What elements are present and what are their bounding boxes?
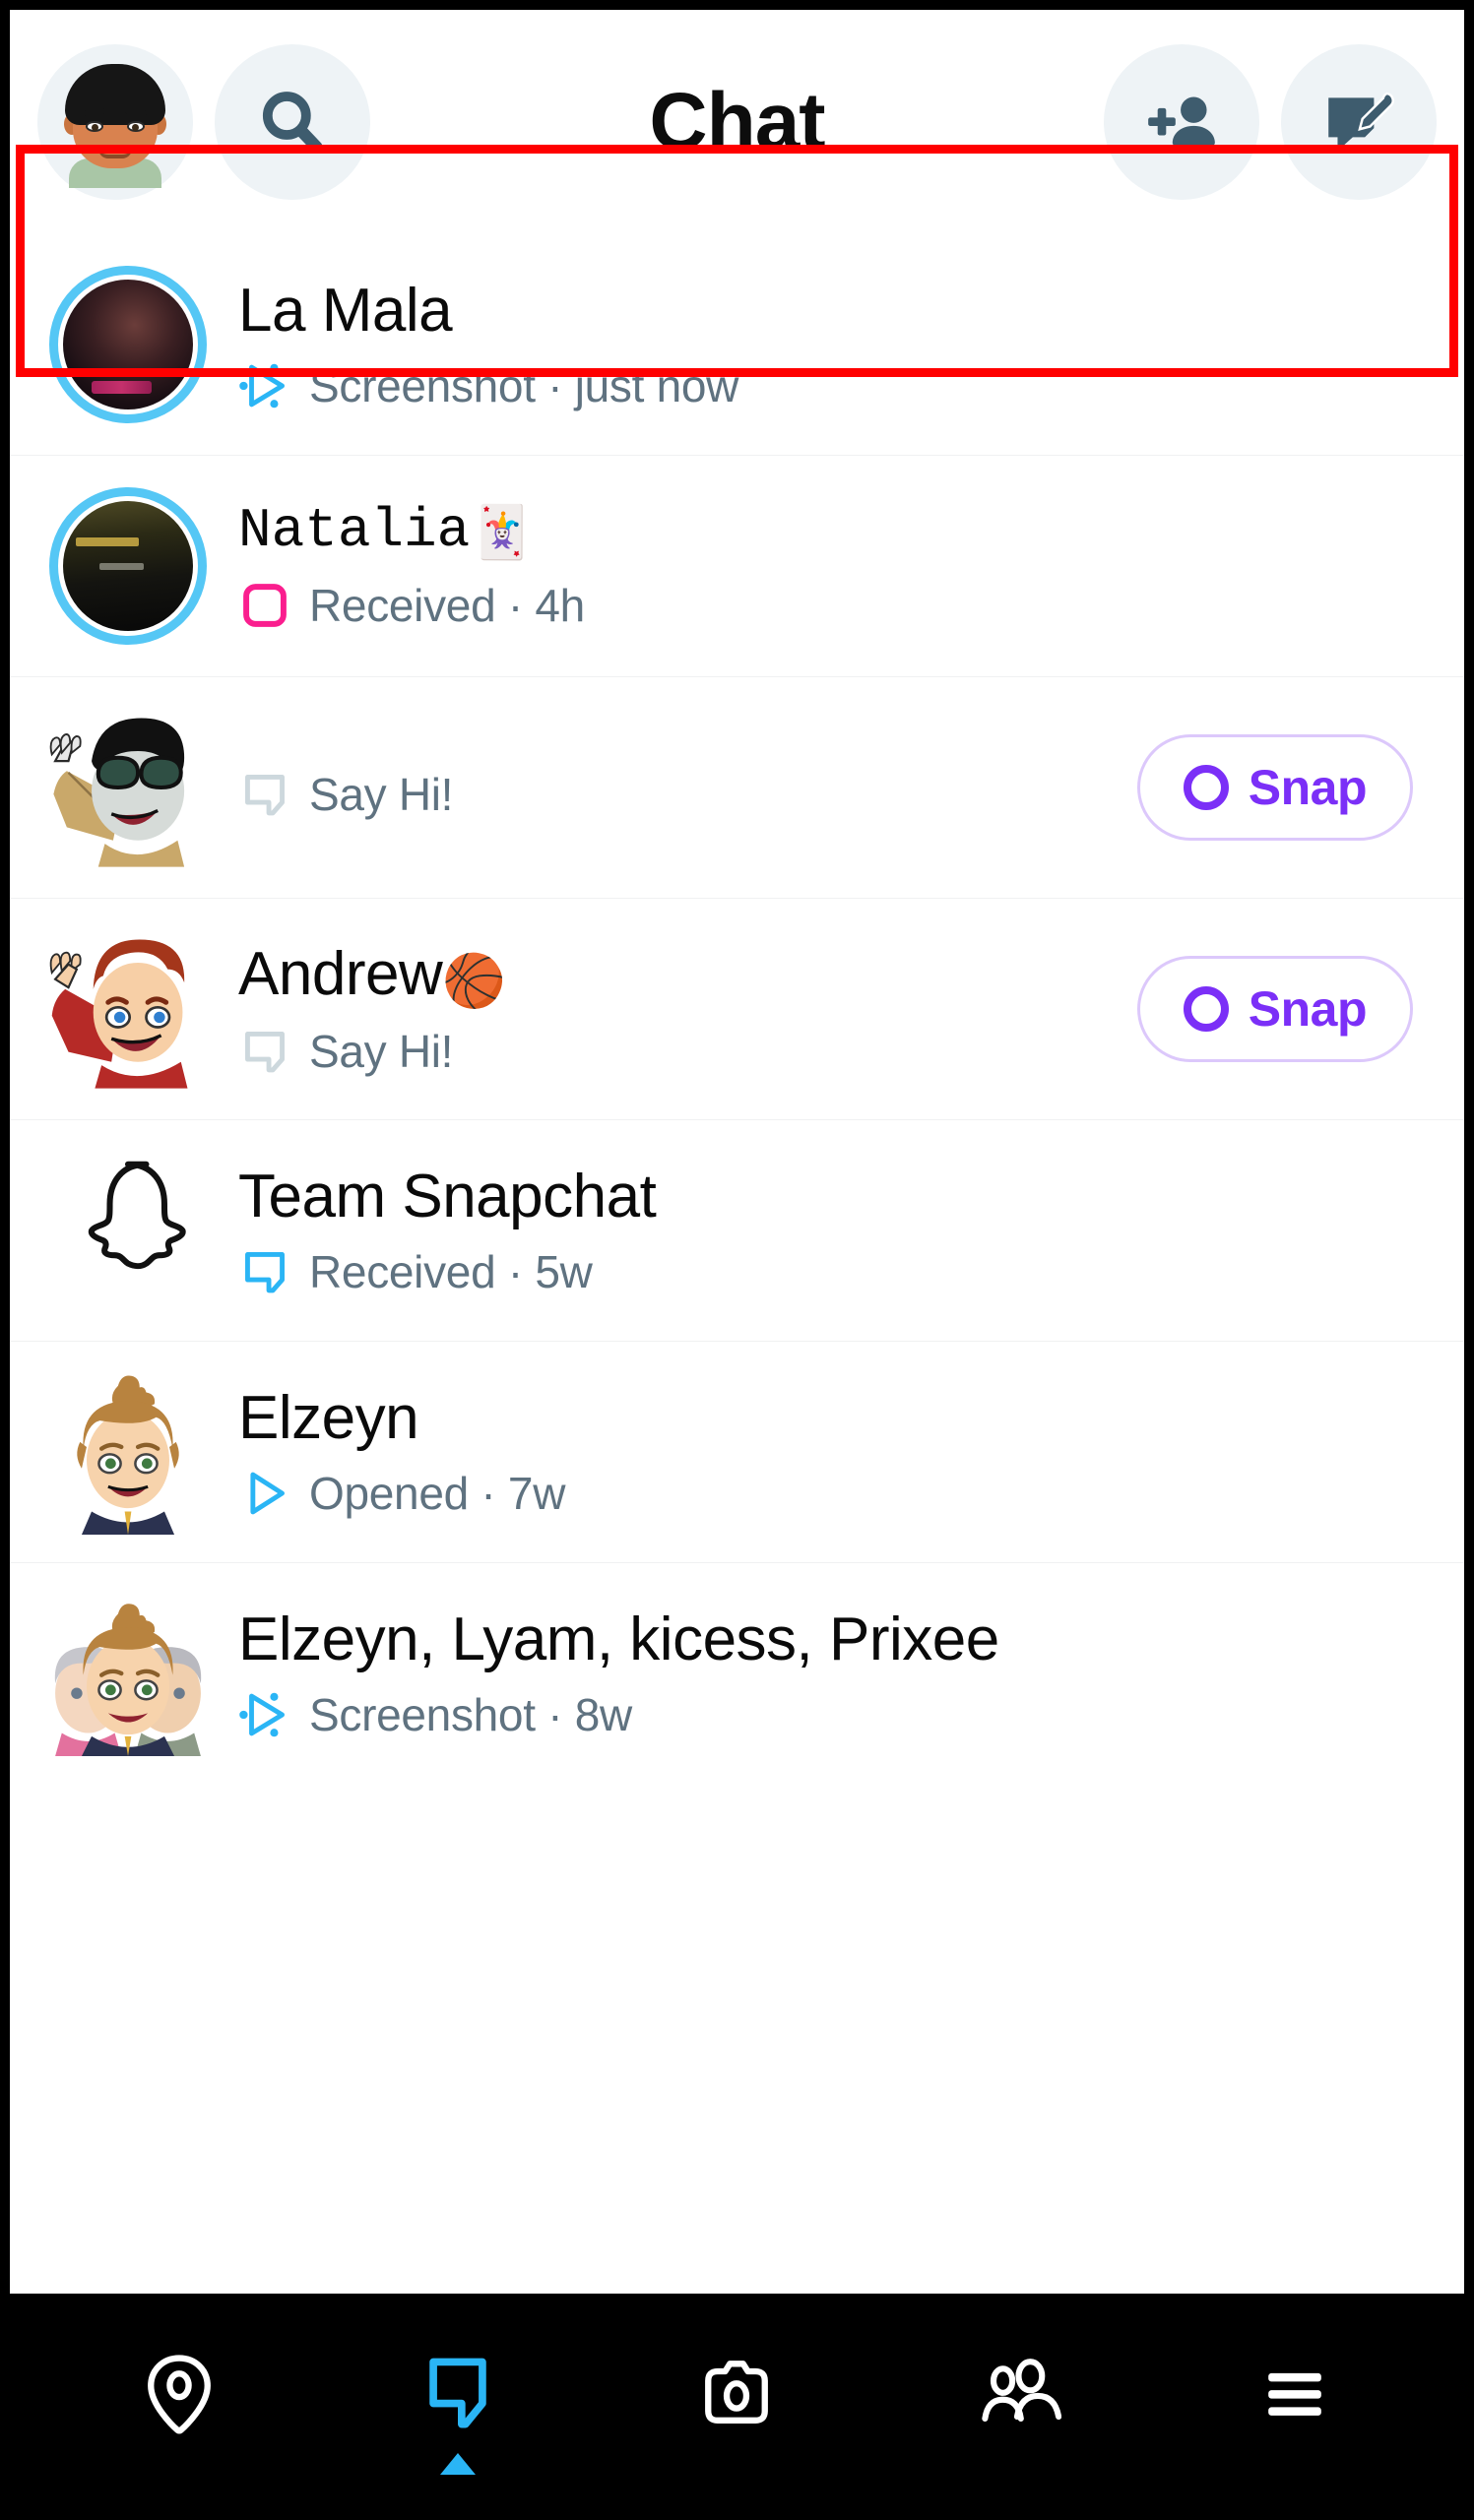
chat-list: La Mala Screenshot · just now Natalia🃏 R… <box>10 234 1464 1784</box>
chat-bubble-icon <box>245 1031 285 1072</box>
page-title: Chat <box>649 77 825 166</box>
chat-row-team-snapchat[interactable]: Team Snapchat Received · 5w <box>10 1120 1464 1342</box>
chat-row-group[interactable]: Elzeyn, Lyam, kicess, Prixee Screenshot … <box>10 1563 1464 1784</box>
bitmoji-sunglasses-avatar <box>49 718 185 867</box>
group-bitmoji-avatar <box>54 1604 202 1756</box>
avatar[interactable] <box>45 705 211 870</box>
snap-circle-icon <box>1183 765 1229 810</box>
story-thumbnail <box>63 280 193 410</box>
chat-status-text: Received · 5w <box>309 1245 593 1297</box>
bitmoji-redhair-avatar <box>49 939 188 1089</box>
new-chat-button[interactable] <box>1281 44 1437 200</box>
chat-header: Chat <box>10 10 1464 234</box>
hamburger-menu-icon <box>1268 2372 1322 2416</box>
avatar[interactable] <box>45 1369 211 1535</box>
chat-status-text: Received · 4h <box>309 580 585 632</box>
search-icon <box>262 92 323 154</box>
active-tab-indicator <box>440 2453 477 2475</box>
avatar[interactable] <box>45 1591 211 1756</box>
screenshot-arrow-icon <box>239 363 285 408</box>
friends-tab[interactable] <box>971 2349 1061 2439</box>
chat-status-text: Say Hi! <box>309 1025 454 1077</box>
chat-name: La Mala <box>238 277 453 346</box>
chat-name: Elzeyn <box>238 1384 419 1453</box>
chat-status-line: Say Hi! <box>238 1025 1137 1078</box>
snap-button[interactable]: Snap <box>1136 734 1413 841</box>
bitmoji-avatar <box>51 58 179 188</box>
chat-row-say-hi[interactable]: Say Hi! Snap <box>10 677 1464 899</box>
camera-tab[interactable] <box>691 2349 782 2439</box>
avatar[interactable] <box>45 262 211 427</box>
map-pin-icon <box>147 2355 211 2434</box>
chat-status-text: Screenshot · just now <box>309 359 739 411</box>
chat-status-line: Received · 4h <box>238 579 1431 632</box>
joker-card-emoji: 🃏 <box>470 506 534 565</box>
snapchat-ghost-icon <box>88 1161 186 1270</box>
chat-status-line: Say Hi! <box>238 768 1137 821</box>
screenshot-arrow-icon <box>239 1692 285 1736</box>
basketball-emoji: 🏀 <box>442 953 506 1011</box>
friends-icon <box>982 2359 1061 2422</box>
chat-name: Elzeyn, Lyam, kicess, Prixee <box>238 1606 999 1674</box>
chat-row-andrew[interactable]: Andrew🏀 Say Hi! Snap <box>10 899 1464 1120</box>
chat-meta: Team Snapchat Received · 5w <box>211 1163 1431 1297</box>
map-tab[interactable] <box>134 2349 224 2439</box>
chat-bubble-icon <box>245 775 285 816</box>
chat-meta: Natalia🃏 Received · 4h <box>211 500 1431 632</box>
chat-meta: Say Hi! <box>211 754 1137 821</box>
avatar[interactable] <box>45 483 211 649</box>
story-ring <box>49 266 207 423</box>
opened-arrow-icon <box>250 1472 285 1515</box>
bottom-navigation-bar <box>0 2294 1474 2520</box>
chat-status-line: Received · 5w <box>238 1245 1431 1298</box>
chat-row-elzeyn[interactable]: Elzeyn Opened · 7w <box>10 1342 1464 1563</box>
chat-meta: Elzeyn, Lyam, kicess, Prixee Screenshot … <box>211 1606 1431 1740</box>
profile-avatar-button[interactable] <box>37 44 193 200</box>
search-button[interactable] <box>215 44 370 200</box>
square-outline-icon <box>243 584 287 627</box>
chat-status-text: Screenshot · 8w <box>309 1688 632 1740</box>
story-thumbnail <box>63 501 193 631</box>
add-friend-button[interactable] <box>1104 44 1259 200</box>
chat-status-line: Opened · 7w <box>238 1467 1431 1520</box>
chat-meta: Andrew🏀 Say Hi! <box>211 940 1137 1077</box>
chat-bubble-icon <box>429 2358 486 2428</box>
chat-status-text: Opened · 7w <box>309 1467 566 1519</box>
chat-row-la-mala[interactable]: La Mala Screenshot · just now <box>10 234 1464 456</box>
add-friend-icon <box>1148 96 1215 150</box>
chat-meta: La Mala Screenshot · just now <box>211 277 1431 411</box>
chat-row-natalia[interactable]: Natalia🃏 Received · 4h <box>10 456 1464 677</box>
snap-circle-icon <box>1183 986 1229 1032</box>
snap-button-label: Snap <box>1248 760 1368 815</box>
phone-screen: Chat La Mala Screenshot · just now Natal… <box>10 10 1464 2303</box>
bitmoji-bun-avatar <box>77 1375 179 1535</box>
spotlight-tab[interactable] <box>1250 2349 1340 2439</box>
avatar[interactable] <box>45 1148 211 1313</box>
chat-status-text: Say Hi! <box>309 769 454 820</box>
snap-button[interactable]: Snap <box>1136 956 1413 1062</box>
camera-icon <box>705 2361 769 2424</box>
story-ring <box>49 487 207 645</box>
chat-name: Andrew🏀 <box>238 940 506 1011</box>
device-frame: Chat La Mala Screenshot · just now Natal… <box>0 0 1474 2520</box>
chat-meta: Elzeyn Opened · 7w <box>211 1384 1431 1519</box>
chat-status-line: Screenshot · just now <box>238 359 1431 412</box>
new-chat-icon <box>1328 92 1394 152</box>
chat-bubble-icon <box>245 1251 285 1293</box>
snap-button-label: Snap <box>1248 981 1368 1037</box>
chat-status-line: Screenshot · 8w <box>238 1688 1431 1741</box>
chat-name: Team Snapchat <box>238 1163 657 1231</box>
avatar[interactable] <box>45 926 211 1092</box>
chat-name: Natalia🃏 <box>238 498 534 565</box>
chat-tab[interactable] <box>413 2349 503 2475</box>
